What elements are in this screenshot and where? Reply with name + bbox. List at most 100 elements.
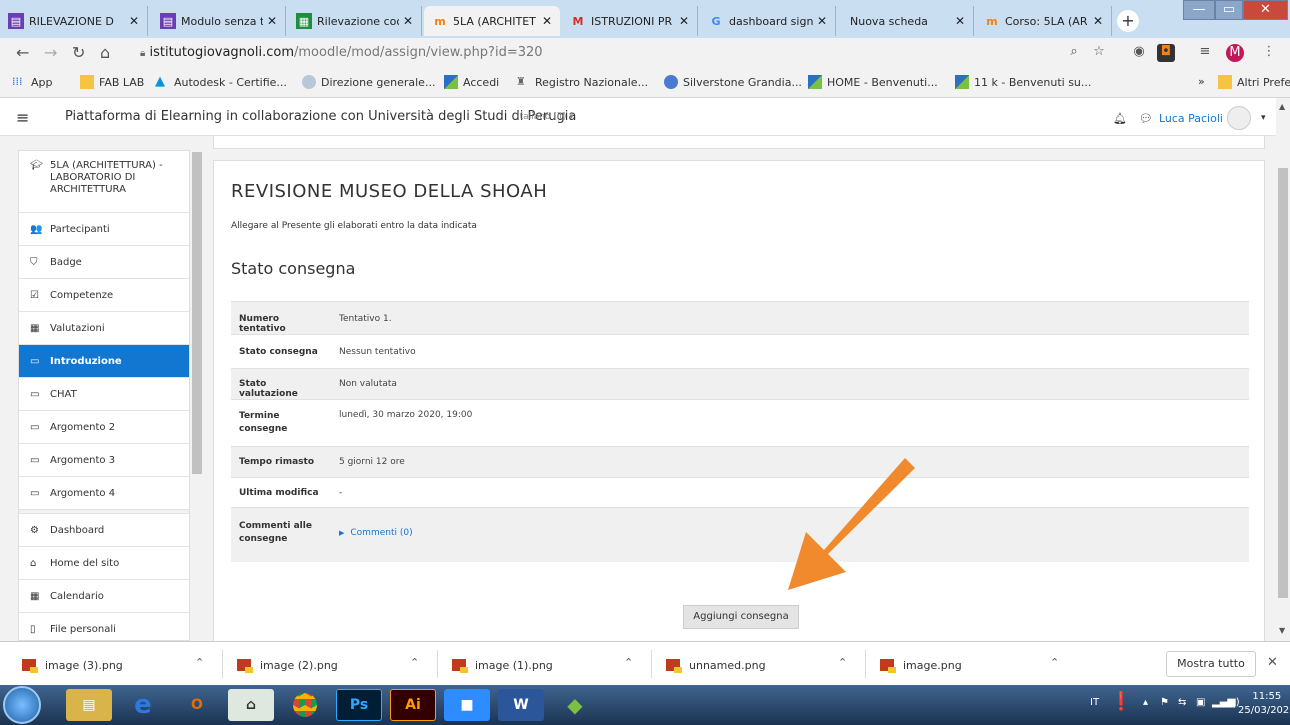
language-indicator[interactable]: IT [1090, 697, 1099, 708]
browser-tab[interactable]: M ISTRUZIONI PR ✕ [562, 6, 698, 36]
close-icon[interactable]: ✕ [817, 14, 827, 28]
chevron-up-icon[interactable]: ⌃ [1050, 656, 1059, 669]
sidebar-item-argomento-4[interactable]: ▭ Argomento 4 [19, 477, 189, 510]
profile-avatar[interactable]: M [1226, 44, 1244, 62]
close-icon[interactable]: ✕ [542, 14, 552, 28]
browser-tab-active[interactable]: m 5LA (ARCHITET ✕ [424, 6, 560, 36]
start-button[interactable] [3, 686, 41, 724]
extension-icon[interactable]: ◉ [1130, 44, 1148, 62]
sidebar-scrollbar[interactable] [190, 140, 204, 641]
language-menu[interactable]: Italiano (it) ▾ [517, 112, 574, 122]
menu-icon[interactable]: ⋮ [1260, 44, 1278, 62]
chevron-up-icon[interactable]: ⌃ [838, 656, 847, 669]
close-icon[interactable]: ✕ [955, 14, 965, 28]
chevron-up-icon[interactable]: ⌃ [624, 656, 633, 669]
sidebar-item-competenze[interactable]: ☑ Competenze [19, 279, 189, 312]
close-icon[interactable]: ✕ [679, 14, 689, 28]
sidebar-item-argomento-2[interactable]: ▭ Argomento 2 [19, 411, 189, 444]
sidebar-item-argomento-3[interactable]: ▭ Argomento 3 [19, 444, 189, 477]
file-explorer-icon[interactable]: ▤ [66, 689, 112, 721]
add-submission-button[interactable]: Aggiungi consegna [683, 605, 799, 629]
bookmark-item[interactable]: 11 k - Benvenuti su... [955, 75, 1091, 89]
close-icon[interactable]: ✕ [129, 14, 139, 28]
download-item[interactable]: image.png [880, 654, 962, 676]
browser-tab[interactable]: m Corso: 5LA (AR ✕ [976, 6, 1112, 36]
page-scrollbar[interactable]: ▲ ▼ [1276, 98, 1290, 641]
close-icon[interactable]: ✕ [1267, 655, 1278, 670]
bookmark-item[interactable]: Silverstone Grandia... [664, 75, 802, 89]
zoom-app-icon[interactable]: ■ [444, 689, 490, 721]
notification-icon[interactable]: ❗ [1110, 691, 1132, 712]
reload-icon[interactable]: ↻ [72, 43, 85, 62]
action-center-icon[interactable]: ⚑ [1160, 697, 1169, 708]
user-menu[interactable]: 🔔︎ 💬︎ Luca Pacioli ▾ [1113, 106, 1266, 130]
reading-list-icon[interactable]: ≡ [1196, 44, 1214, 62]
chat-icon[interactable]: 💬︎ [1139, 112, 1153, 125]
forward-icon[interactable]: → [44, 43, 57, 62]
comments-toggle[interactable]: ▶ Commenti (0) [339, 528, 413, 538]
more-bookmarks-button[interactable]: » [1198, 75, 1205, 88]
show-all-downloads-button[interactable]: Mostra tutto [1166, 651, 1256, 677]
browser-tab[interactable]: ▦ Rilevazione coo ✕ [288, 6, 422, 36]
other-bookmarks-folder[interactable]: Altri Preferiti [1218, 75, 1290, 89]
usb-icon[interactable]: ⇆ [1178, 697, 1186, 708]
browser-tab[interactable]: ▤ Modulo senza t ✕ [152, 6, 286, 36]
download-item[interactable]: image (2).png [237, 654, 338, 676]
sidebar-item-introduzione[interactable]: ▭ Introduzione [19, 345, 189, 378]
close-icon[interactable]: ✕ [267, 14, 277, 28]
zoom-icon[interactable]: ⌕ [1065, 44, 1083, 62]
scrollbar-thumb[interactable] [1278, 168, 1288, 598]
app-icon[interactable]: ◆ [552, 689, 598, 721]
hamburger-menu-icon[interactable]: ≡ [16, 108, 29, 127]
bookmark-item[interactable]: Accedi [444, 75, 499, 89]
download-item[interactable]: image (3).png [22, 654, 123, 676]
sidebar-item-calendario[interactable]: ▦ Calendario [19, 580, 189, 613]
system-clock[interactable]: 11:55 25/03/2020 [1238, 690, 1290, 718]
new-tab-button[interactable]: + [1117, 10, 1139, 32]
sidebar-item-course[interactable]: 🎓︎ 5LA (ARCHITETTURA) - LABORATORIO DI A… [19, 151, 189, 213]
sidebar-item-file-personali[interactable]: ▯ File personali [19, 613, 189, 640]
word-icon[interactable]: W [498, 689, 544, 721]
site-name[interactable]: Piattaforma di Elearning in collaborazio… [65, 109, 576, 124]
bookmark-item[interactable]: ▲ Autodesk - Certifie... [155, 75, 287, 89]
home-icon[interactable]: ⌂ [100, 43, 110, 62]
minimize-button[interactable]: — [1183, 0, 1215, 20]
download-item[interactable]: unnamed.png [666, 654, 766, 676]
bell-icon[interactable]: 🔔︎ [1113, 112, 1127, 125]
browser-tab[interactable]: ▤ RILEVAZIONE D ✕ [0, 6, 148, 36]
scroll-down-icon[interactable]: ▼ [1279, 626, 1285, 635]
download-item[interactable]: image (1).png [452, 654, 553, 676]
browser-tab[interactable]: G dashboard sign ✕ [700, 6, 836, 36]
close-icon[interactable]: ✕ [403, 14, 413, 28]
bookmark-apps[interactable]: ⁞⁞⁞ App [12, 75, 53, 89]
chevron-up-icon[interactable]: ⌃ [195, 656, 204, 669]
window-close-button[interactable]: ✕ [1243, 0, 1288, 20]
show-hidden-icons[interactable]: ▴ [1143, 697, 1148, 708]
scroll-up-icon[interactable]: ▲ [1279, 102, 1285, 111]
sidebar-item-chat[interactable]: ▭ CHAT [19, 378, 189, 411]
sidebar-item-valutazioni[interactable]: ▦ Valutazioni [19, 312, 189, 345]
display-icon[interactable]: ▣ [1196, 697, 1205, 708]
bookmark-item[interactable]: Direzione generale... [302, 75, 435, 89]
star-icon[interactable]: ☆ [1090, 44, 1108, 62]
back-icon[interactable]: ← [16, 43, 29, 62]
bookmark-item[interactable]: FAB LAB [80, 75, 144, 89]
sidebar-item-dashboard[interactable]: ⚙ Dashboard [19, 514, 189, 547]
sidebar-item-home[interactable]: ⌂ Home del sito [19, 547, 189, 580]
scrollbar-thumb[interactable] [192, 152, 202, 474]
url-field[interactable]: 🔒︎ istitutogiovagnoli.com/moodle/mod/ass… [140, 42, 1100, 64]
sidebar-item-partecipanti[interactable]: 👥 Partecipanti [19, 213, 189, 246]
extension-icon[interactable]: ◘ [1157, 44, 1175, 62]
chrome-icon[interactable] [282, 689, 328, 721]
chevron-up-icon[interactable]: ⌃ [410, 656, 419, 669]
photoshop-icon[interactable]: Ps [336, 689, 382, 721]
outlook-icon[interactable]: O [174, 689, 220, 721]
maximize-button[interactable]: ▭ [1215, 0, 1243, 20]
bookmark-item[interactable]: ♜ Registro Nazionale... [516, 75, 648, 89]
browser-tab[interactable]: Nuova scheda ✕ [838, 6, 974, 36]
bookmark-item[interactable]: HOME - Benvenuti... [808, 75, 938, 89]
illustrator-icon[interactable]: Ai [390, 689, 436, 721]
hp-icon[interactable]: ⌂ [228, 689, 274, 721]
close-icon[interactable]: ✕ [1093, 14, 1103, 28]
internet-explorer-icon[interactable]: e [120, 689, 166, 721]
